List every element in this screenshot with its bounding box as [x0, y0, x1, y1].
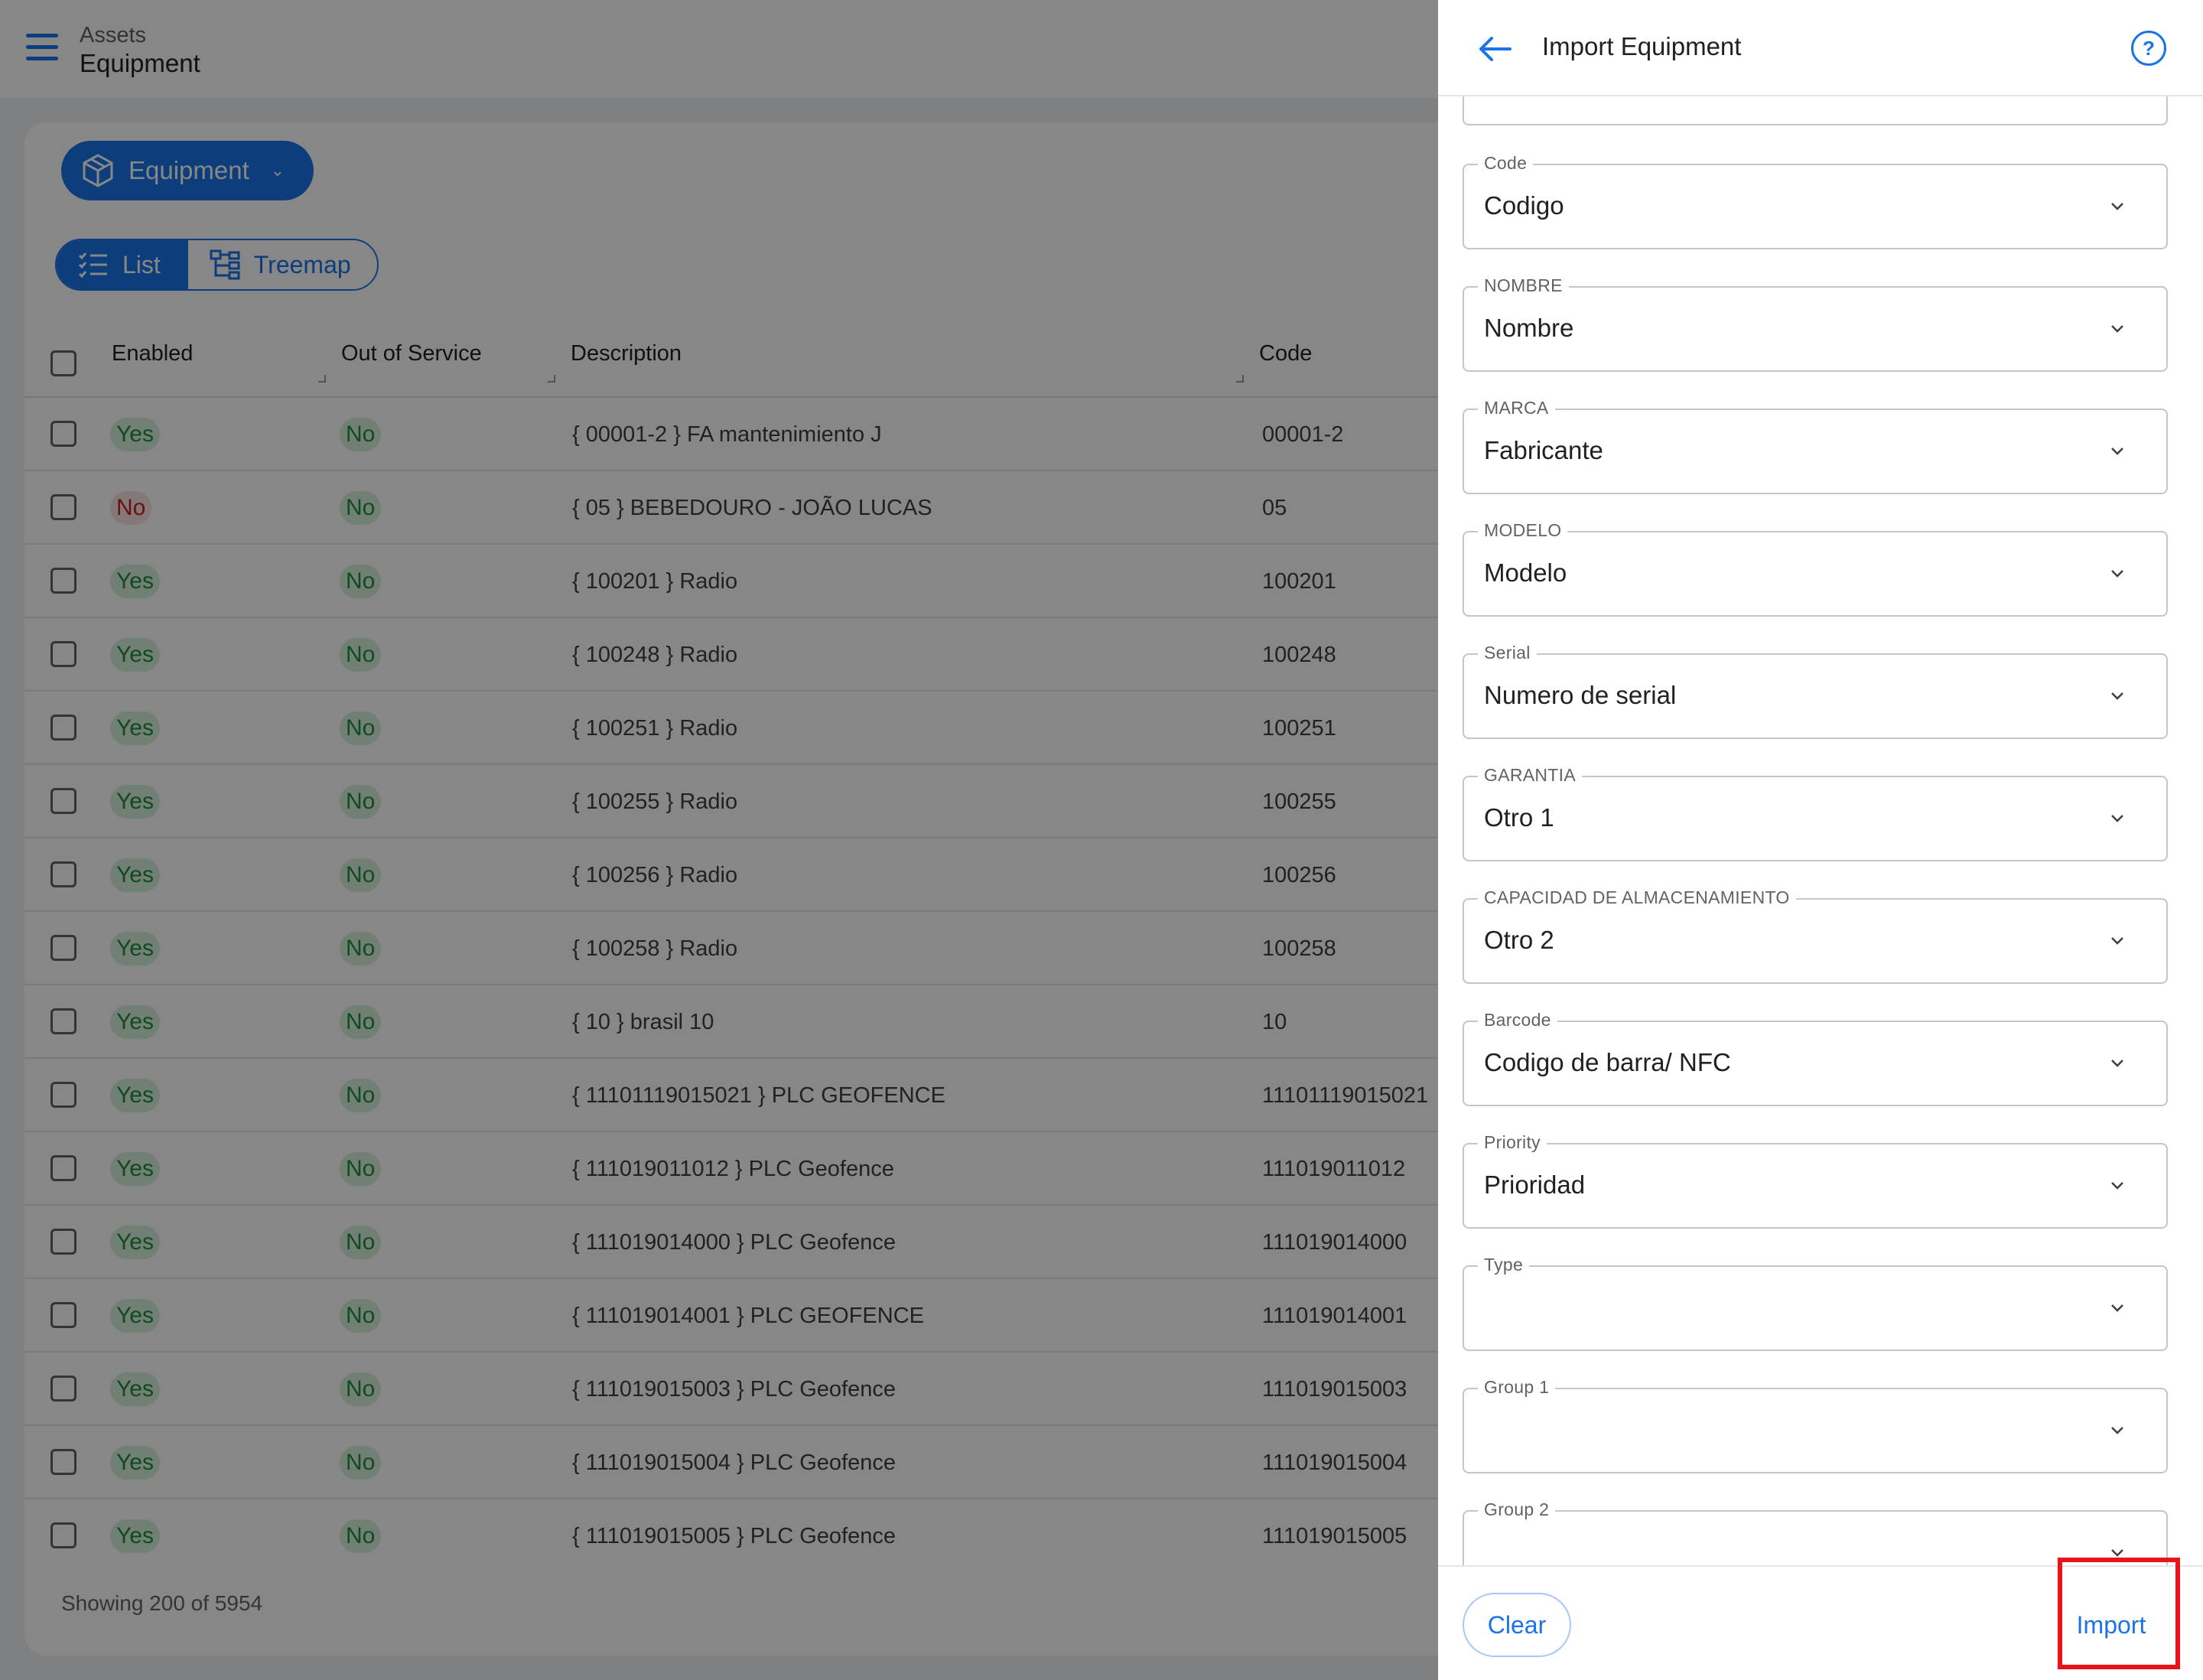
mapping-select-capacidad[interactable]: CAPACIDAD DE ALMACENAMIENTO Otro 2 — [1463, 887, 2168, 984]
chevron-down-icon — [2111, 325, 2123, 333]
chevron-down-icon — [2111, 1304, 2123, 1312]
mapping-select-code[interactable]: Code Codigo — [1463, 153, 2168, 249]
arrow-left-icon[interactable] — [1476, 32, 1513, 66]
mapping-select-marca[interactable]: MARCA Fabricante — [1463, 398, 2168, 494]
field-label: GARANTIA — [1478, 765, 1582, 786]
field-value: Codigo de barra/ NFC — [1484, 1048, 1731, 1076]
panel-header: Import Equipment ? — [1438, 0, 2203, 96]
mapping-select-serial[interactable]: Serial Numero de serial — [1463, 643, 2168, 739]
field-label: Group 1 — [1478, 1377, 1556, 1398]
field-label: Barcode — [1478, 1010, 1557, 1030]
chevron-down-icon — [2111, 203, 2123, 210]
mapping-select-nombre[interactable]: NOMBRE Nombre — [1463, 275, 2168, 372]
chevron-down-icon — [2111, 1182, 2123, 1190]
modal-scrim[interactable] — [0, 0, 1438, 1680]
import-button-highlight — [2058, 1558, 2180, 1669]
chevron-down-icon — [2111, 937, 2123, 945]
chevron-down-icon — [2111, 1427, 2123, 1434]
field-value: Otro 2 — [1484, 926, 1554, 954]
mapping-select-garantia[interactable]: GARANTIA Otro 1 — [1463, 765, 2168, 861]
field-label: Code — [1478, 153, 1534, 174]
previous-field-edge — [1463, 96, 2168, 125]
mapping-select-priority[interactable]: Priority Prioridad — [1463, 1132, 2168, 1229]
chevron-down-icon — [2111, 815, 2123, 822]
chevron-down-icon — [2111, 1060, 2123, 1067]
clear-button[interactable]: Clear — [1463, 1593, 1571, 1657]
field-value: Otro 1 — [1484, 803, 1554, 832]
help-circle-icon[interactable]: ? — [2131, 31, 2166, 66]
chevron-down-icon — [2111, 570, 2123, 578]
field-label: NOMBRE — [1478, 275, 1569, 296]
mapping-select-group-1[interactable]: Group 1 — [1463, 1377, 2168, 1473]
field-label: Serial — [1478, 643, 1537, 663]
field-value: Codigo — [1484, 191, 1564, 220]
field-value: Modelo — [1484, 558, 1567, 587]
field-value: Prioridad — [1484, 1170, 1586, 1199]
import-equipment-panel: Import Equipment ? Code Codigo NOMBRE No… — [1438, 0, 2203, 1680]
field-label: Type — [1478, 1255, 1530, 1275]
field-value: Numero de serial — [1484, 681, 1677, 709]
chevron-down-icon — [2111, 448, 2123, 455]
field-mapping-list: Code Codigo NOMBRE Nombre MARCA Fabrican… — [1438, 96, 2203, 1565]
field-label: MODELO — [1478, 520, 1568, 541]
mapping-select-modelo[interactable]: MODELO Modelo — [1463, 520, 2168, 617]
mapping-select-type[interactable]: Type — [1463, 1255, 2168, 1351]
panel-title: Import Equipment — [1542, 32, 1742, 60]
field-label: CAPACIDAD DE ALMACENAMIENTO — [1478, 887, 1796, 908]
field-label: Priority — [1478, 1132, 1547, 1153]
field-value: Fabricante — [1484, 436, 1603, 464]
field-label: MARCA — [1478, 398, 1555, 418]
field-label: Group 2 — [1478, 1499, 1556, 1520]
field-value: Nombre — [1484, 314, 1574, 342]
chevron-down-icon — [2111, 692, 2123, 700]
mapping-select-barcode[interactable]: Barcode Codigo de barra/ NFC — [1463, 1010, 2168, 1106]
